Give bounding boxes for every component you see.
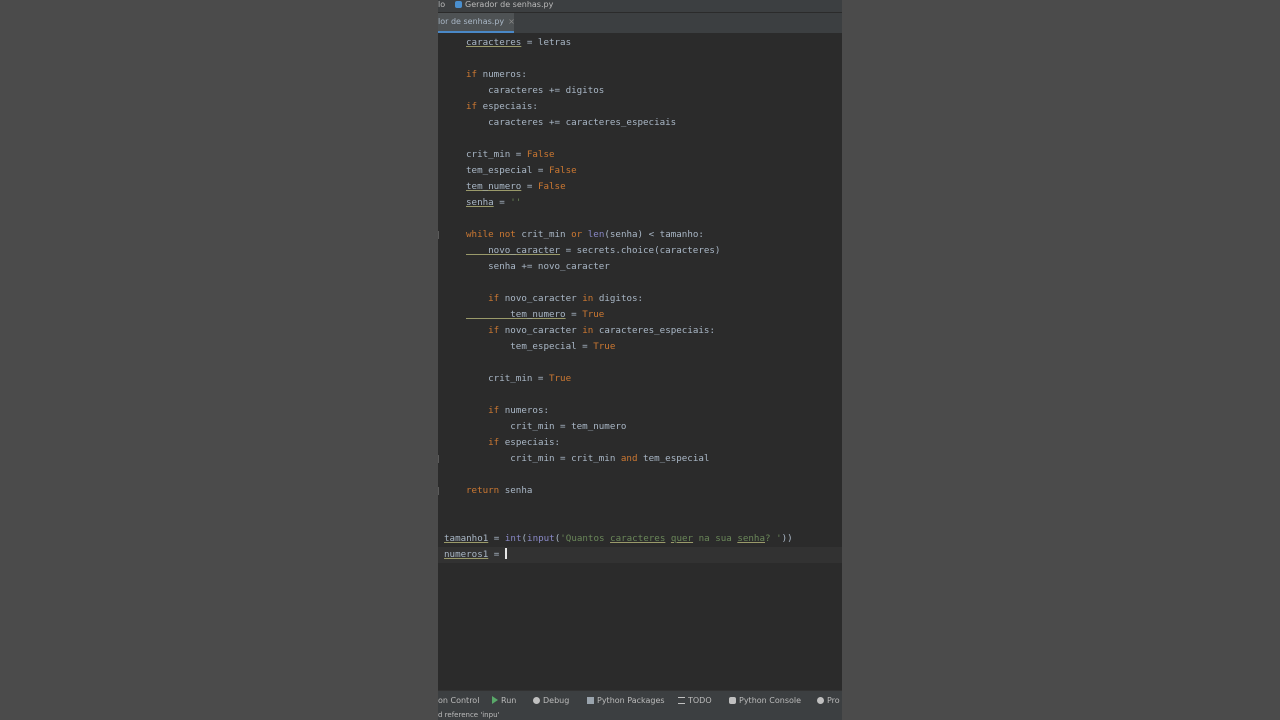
editor-tab-bar: lor de senhas.py×: [438, 13, 842, 34]
code-line: if numeros:: [466, 69, 527, 80]
code-line: if novo_caracter in digitos:: [488, 293, 644, 304]
code-line: senha += novo_caracter: [466, 261, 610, 272]
packages-icon: [587, 697, 594, 704]
code-line: caracteres = letras: [466, 37, 572, 48]
python-file-icon: [455, 1, 462, 8]
breadcrumb-file-label: Gerador de senhas.py: [465, 0, 554, 9]
code-line: senha = '': [466, 197, 522, 208]
debug-icon: [533, 697, 540, 704]
code-line: if novo_caracter in caracteres_especiais…: [488, 325, 715, 336]
fold-marker-icon[interactable]: [438, 231, 443, 239]
ide-window: lo Gerador de senhas.py lor de senhas.py…: [438, 0, 842, 720]
close-icon[interactable]: ×: [508, 17, 514, 26]
tool-run[interactable]: Run: [492, 691, 516, 711]
current-code-line[interactable]: numeros1 =: [438, 547, 842, 563]
code-line: tem_especial = True: [466, 341, 616, 352]
tab-label: lor de senhas.py: [438, 17, 505, 26]
status-bar: d reference 'inpu': [438, 711, 842, 720]
code-line: if numeros:: [488, 405, 550, 416]
tool-python-packages[interactable]: Python Packages: [587, 691, 665, 711]
text-caret: [504, 548, 507, 559]
console-icon: [729, 697, 736, 704]
tool-problems[interactable]: Pro: [817, 691, 840, 711]
code-line: tem_especial = False: [466, 165, 577, 176]
right-letterbox: [842, 0, 1280, 720]
problems-icon: [817, 697, 824, 704]
code-line: while not crit_min or len(senha) < taman…: [466, 229, 704, 240]
breadcrumb-file[interactable]: Gerador de senhas.py: [455, 0, 553, 10]
code-line: if especiais:: [488, 437, 561, 448]
code-line: tamanho1 = int(input('Quantos caracteres…: [444, 533, 793, 544]
code-line: crit_min = crit_min and tem_especial: [466, 453, 710, 464]
fold-marker-icon[interactable]: [438, 455, 443, 463]
code-line: caracteres += caracteres_especiais: [466, 117, 677, 128]
code-line: tem_numero = True: [466, 309, 605, 320]
code-line: return senha: [466, 485, 533, 496]
code-line: crit_min = tem_numero: [466, 421, 627, 432]
code-line: crit_min = True: [466, 373, 572, 384]
tool-python-console[interactable]: Python Console: [729, 691, 801, 711]
navigation-bar: lo Gerador de senhas.py: [438, 0, 842, 12]
code-editor[interactable]: caracteres = letras if numeros: caracter…: [438, 33, 842, 674]
code-line: tem_numero = False: [466, 181, 566, 192]
status-message: d reference 'inpu': [438, 711, 500, 719]
left-letterbox: [0, 0, 438, 720]
run-icon: [492, 696, 498, 704]
code-line: crit_min = False: [466, 149, 555, 160]
code-line: if especiais:: [466, 101, 538, 112]
code-line: caracteres += digitos: [466, 85, 605, 96]
tool-debug[interactable]: Debug: [533, 691, 569, 711]
breadcrumb-project[interactable]: lo: [438, 0, 445, 10]
code-line: novo_caracter = secrets.choice(caractere…: [466, 245, 721, 256]
tab-gerador-de-senhas[interactable]: lor de senhas.py×: [438, 13, 514, 33]
todo-icon: [678, 697, 685, 704]
tool-window-bar: on Control Run Debug Python Packages TOD…: [438, 690, 842, 711]
tool-todo[interactable]: TODO: [678, 691, 712, 711]
tool-version-control[interactable]: on Control: [438, 691, 479, 711]
fold-marker-icon[interactable]: [438, 487, 443, 495]
